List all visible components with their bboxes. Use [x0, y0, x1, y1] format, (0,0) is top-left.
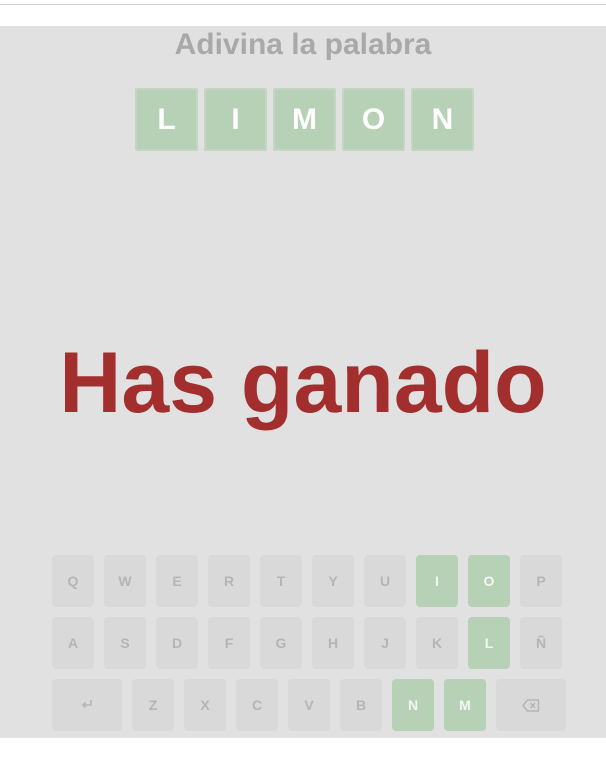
key-i[interactable]: I: [416, 555, 458, 607]
key-r[interactable]: R: [208, 555, 250, 607]
win-message: Has ganado: [59, 335, 547, 431]
guess-row: L I M O N: [135, 88, 474, 151]
key-u[interactable]: U: [364, 555, 406, 607]
key-p[interactable]: P: [520, 555, 562, 607]
key-g[interactable]: G: [260, 617, 302, 669]
key-a[interactable]: A: [52, 617, 94, 669]
key-j[interactable]: J: [364, 617, 406, 669]
board-tile: L: [135, 88, 198, 151]
key-q[interactable]: Q: [52, 555, 94, 607]
key-x[interactable]: X: [184, 679, 226, 731]
top-divider: [0, 4, 606, 5]
game-container: Adivina la palabra L I M O N Has ganado …: [0, 26, 606, 738]
board-tile: I: [204, 88, 267, 151]
key-t[interactable]: T: [260, 555, 302, 607]
key-e[interactable]: E: [156, 555, 198, 607]
keyboard-row-1: QWERTYUIOP: [52, 555, 566, 607]
key-v[interactable]: V: [288, 679, 330, 731]
key-h[interactable]: H: [312, 617, 354, 669]
key-c[interactable]: C: [236, 679, 278, 731]
key-b[interactable]: B: [340, 679, 382, 731]
key-l[interactable]: L: [468, 617, 510, 669]
key-z[interactable]: Z: [132, 679, 174, 731]
key-s[interactable]: S: [104, 617, 146, 669]
key-f[interactable]: F: [208, 617, 250, 669]
key-o[interactable]: O: [468, 555, 510, 607]
key-m[interactable]: M: [444, 679, 486, 731]
key-enye[interactable]: Ñ: [520, 617, 562, 669]
key-n[interactable]: N: [392, 679, 434, 731]
enter-icon: [80, 699, 94, 711]
key-w[interactable]: W: [104, 555, 146, 607]
keyboard: QWERTYUIOP ASDFGHJKLÑ ZXCVBNM: [52, 555, 566, 741]
board-tile: O: [342, 88, 405, 151]
board-tile: M: [273, 88, 336, 151]
backspace-icon: [522, 698, 540, 712]
key-k[interactable]: K: [416, 617, 458, 669]
backspace-key[interactable]: [496, 679, 566, 731]
key-d[interactable]: D: [156, 617, 198, 669]
page-title: Adivina la palabra: [174, 28, 432, 61]
keyboard-row-3: ZXCVBNM: [52, 679, 566, 731]
key-y[interactable]: Y: [312, 555, 354, 607]
enter-key[interactable]: [52, 679, 122, 731]
keyboard-row-2: ASDFGHJKLÑ: [52, 617, 566, 669]
board-tile: N: [411, 88, 474, 151]
